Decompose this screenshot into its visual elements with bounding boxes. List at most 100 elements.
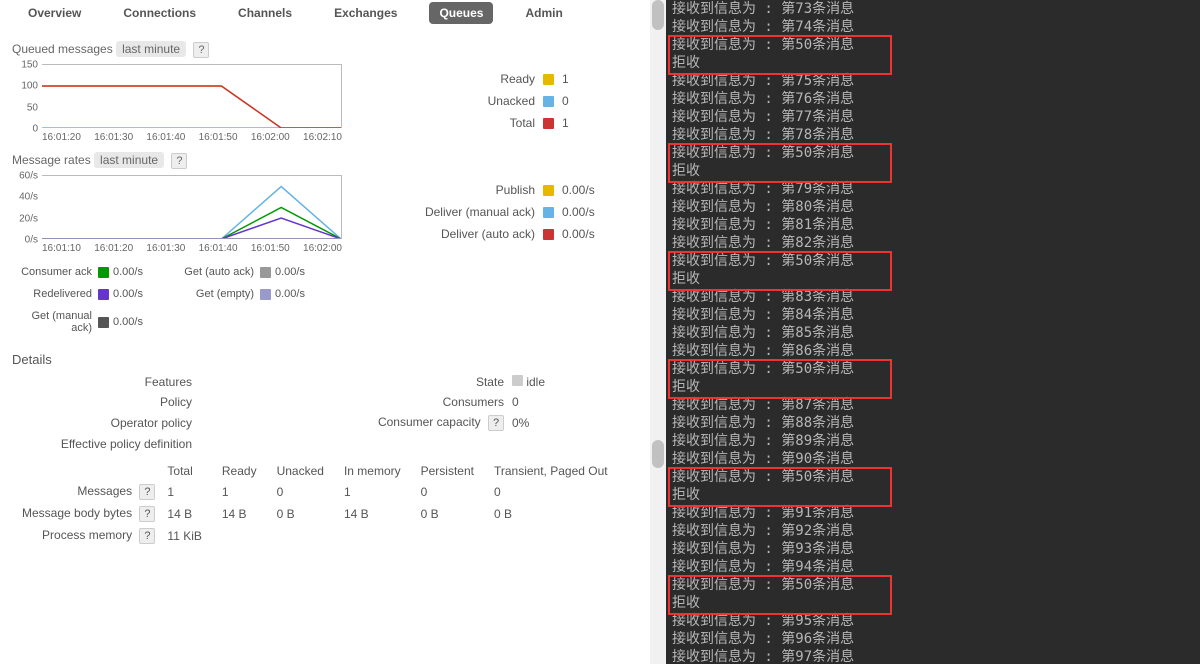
operator-policy-label: Operator policy [12,416,192,430]
tab-admin[interactable]: Admin [515,2,572,24]
console-line: 接收到信息为 : 第92条消息 [672,522,1194,540]
console-line: 接收到信息为 : 第97条消息 [672,648,1194,664]
state-value: idle [512,375,638,389]
console-line: 接收到信息为 : 第80条消息 [672,198,1194,216]
console-line: 接收到信息为 : 第82条消息 [672,234,1194,252]
tab-overview[interactable]: Overview [18,2,91,24]
rate-swatch [98,289,109,300]
details-heading: Details [12,352,638,367]
help-icon[interactable]: ? [193,42,209,58]
cell: 1 [157,481,211,503]
col-header: In memory [334,461,411,481]
rate-swatch [260,267,271,278]
console-output: 接收到信息为 : 第73条消息接收到信息为 : 第74条消息接收到信息为 : 第… [666,0,1200,664]
cell: 0 B [411,503,484,525]
legend-label: Total [415,116,535,130]
cell: 0 [267,481,334,503]
help-icon[interactable]: ? [171,153,187,169]
console-line: 接收到信息为 : 第84条消息 [672,306,1194,324]
rate-label: Get (empty) [174,288,254,300]
queued-period-selector[interactable]: last minute [116,41,186,57]
queued-messages-header: Queued messages last minute ? [12,42,638,58]
tab-connections[interactable]: Connections [113,2,206,24]
legend-value: 0.00/s [562,205,602,219]
legend-swatch [543,96,554,107]
console-line: 接收到信息为 : 第83条消息 [672,288,1194,306]
consumers-label: Consumers [334,395,504,409]
help-icon[interactable]: ? [488,415,504,431]
console-line: 接收到信息为 : 第86条消息 [672,342,1194,360]
rates-title: Message rates [12,153,91,167]
legend-label: Ready [415,72,535,86]
console-line: 接收到信息为 : 第50条消息 [672,360,1194,378]
message-rates-bottom-legend: Consumer ack0.00/sGet (auto ack)0.00/sRe… [12,266,638,334]
rate-label: Get (manual ack) [12,310,92,334]
help-icon[interactable]: ? [139,528,155,544]
capacity-value: 0% [512,416,638,430]
cell: 14 B [334,503,411,525]
console-line: 接收到信息为 : 第75条消息 [672,72,1194,90]
legend-swatch [543,229,554,240]
legend-row: Unacked0 [352,90,602,112]
cell: 0 [484,481,618,503]
rate-value: 0.00/s [98,316,168,328]
cell [411,525,484,547]
legend-value: 1 [562,72,602,86]
cell [484,525,618,547]
tab-queues[interactable]: Queues [429,2,493,24]
row-label: Process memory ? [12,525,157,547]
console-line: 接收到信息为 : 第76条消息 [672,90,1194,108]
console-line: 拒收 [672,594,1194,612]
scroll-thumb[interactable] [652,440,664,468]
tab-channels[interactable]: Channels [228,2,302,24]
table-row: Messages ?110100 [12,481,618,503]
console-line: 接收到信息为 : 第79条消息 [672,180,1194,198]
legend-row: Deliver (auto ack)0.00/s [352,223,602,245]
message-rates-chart: 0/s20/s40/s60/s 16:01:1016:01:2016:01:30… [12,175,352,254]
col-header: Persistent [411,461,484,481]
cell [267,525,334,547]
legend-value: 1 [562,116,602,130]
consumers-value: 0 [512,395,638,409]
legend-swatch [543,185,554,196]
row-label: Messages ? [12,481,157,503]
console-line: 接收到信息为 : 第73条消息 [672,0,1194,18]
console-line: 接收到信息为 : 第93条消息 [672,540,1194,558]
legend-row: Ready 1 [352,68,602,90]
help-icon[interactable]: ? [139,506,155,522]
console-line: 接收到信息为 : 第50条消息 [672,468,1194,486]
legend-label: Deliver (manual ack) [415,205,535,219]
cell: 0 B [484,503,618,525]
rate-value: 0.00/s [260,288,330,300]
rate-value: 0.00/s [260,266,330,278]
rate-value: 0.00/s [98,266,168,278]
help-icon[interactable]: ? [139,484,155,500]
state-label: State [334,375,504,389]
nav-tabs: Overview Connections Channels Exchanges Queu… [12,0,638,32]
rate-label: Get (auto ack) [174,266,254,278]
legend-value: 0.00/s [562,227,602,241]
queued-messages-legend: Ready 1 Unacked0 Total 1 [352,64,602,134]
rate-value: 0.00/s [98,288,168,300]
table-row: Process memory ?11 KiB [12,525,618,547]
stats-table: TotalReadyUnackedIn memoryPersistentTran… [12,461,618,547]
console-line: 接收到信息为 : 第50条消息 [672,144,1194,162]
rates-period-selector[interactable]: last minute [94,152,164,168]
cell [334,525,411,547]
row-label: Message body bytes ? [12,503,157,525]
tab-exchanges[interactable]: Exchanges [324,2,407,24]
col-header: Total [157,461,211,481]
legend-value: 0 [562,94,602,108]
message-rates-legend: Publish0.00/sDeliver (manual ack)0.00/sD… [352,175,602,245]
console-line: 接收到信息为 : 第74条消息 [672,18,1194,36]
cell: 0 [411,481,484,503]
console-line: 接收到信息为 : 第78条消息 [672,126,1194,144]
console-line: 接收到信息为 : 第96条消息 [672,630,1194,648]
left-scrollbar[interactable] [650,0,666,664]
rate-swatch [98,317,109,328]
console-line: 接收到信息为 : 第90条消息 [672,450,1194,468]
console-line: 拒收 [672,378,1194,396]
scroll-thumb[interactable] [652,0,664,30]
cell: 1 [212,481,267,503]
legend-swatch [543,207,554,218]
